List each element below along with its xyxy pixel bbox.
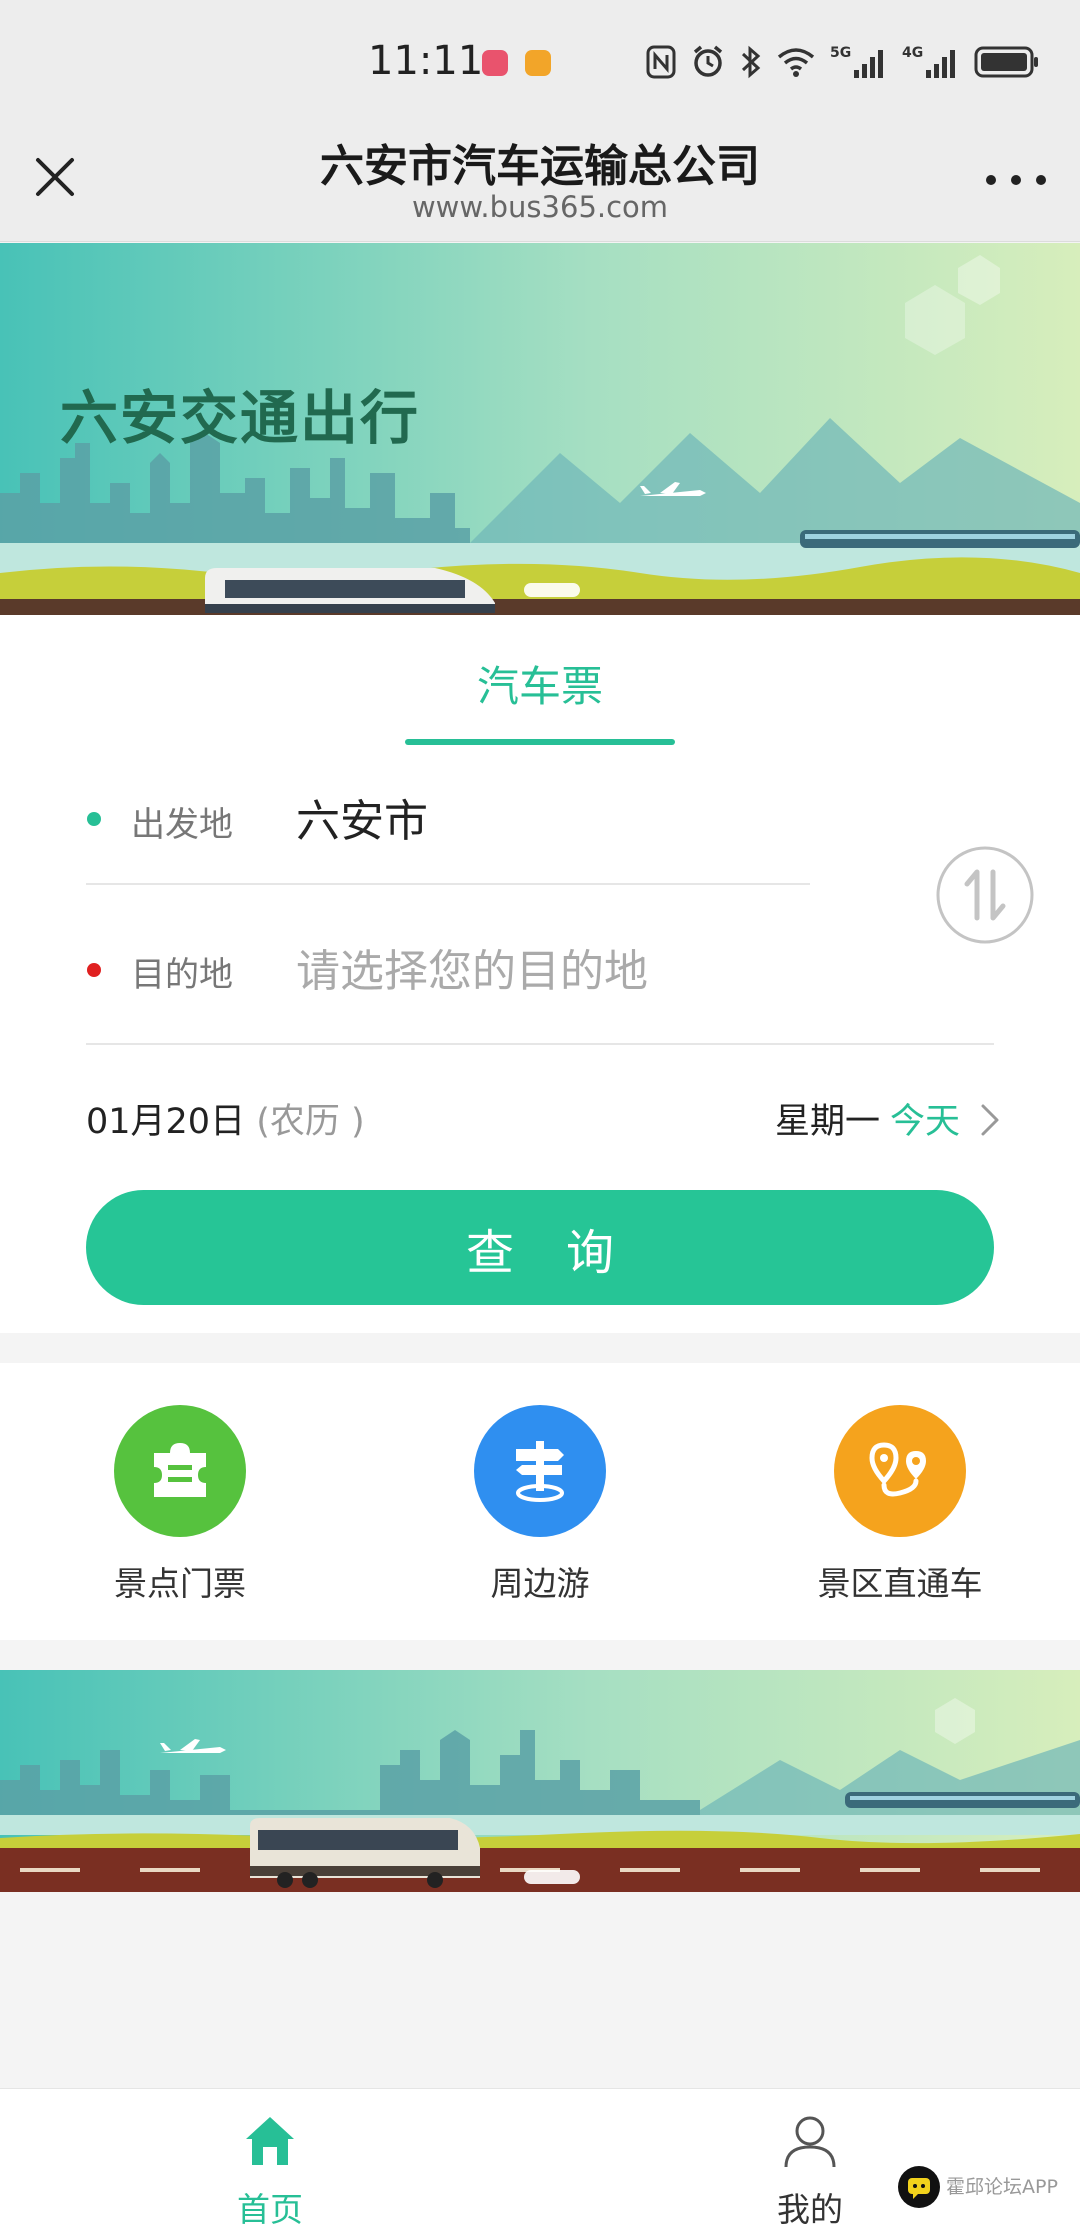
tab-underline [405, 739, 675, 745]
services-card: 景点门票 周边游 景区直通车 [0, 1363, 1080, 1640]
bottom-banner[interactable] [0, 1670, 1080, 1892]
watermark-logo-icon [898, 2166, 940, 2208]
departure-field[interactable]: 六安市 [296, 785, 428, 849]
nav-mine-label: 我的 [777, 2190, 843, 2228]
banner-title: 六安交通出行 [60, 384, 421, 452]
wifi-icon [776, 46, 816, 78]
destination-dot [87, 963, 101, 977]
top-banner[interactable]: 六安交通出行 [0, 243, 1080, 615]
notification-app-icon [482, 50, 508, 76]
service-label: 景区直通车 [817, 1564, 983, 1603]
departure-dot [87, 812, 101, 826]
nav-home[interactable]: 首页 [170, 2111, 370, 2228]
nav-mine[interactable]: 我的 [710, 2111, 910, 2228]
swap-icon [936, 846, 1034, 944]
date-selector[interactable]: 01月20日 (农历 ) [86, 1093, 365, 1144]
swap-button[interactable] [935, 845, 1035, 945]
service-label: 景点门票 [114, 1564, 246, 1603]
query-button[interactable]: 查询 [86, 1190, 994, 1305]
destination-field[interactable]: 请选择您的目的地 [296, 935, 648, 999]
signal-4g-icon: 4G [902, 44, 960, 80]
status-time: 11:11 [368, 38, 484, 84]
more-dot-icon [1011, 175, 1021, 185]
signal-5g-icon: 5G [830, 44, 888, 80]
svg-text:5G: 5G [830, 45, 851, 61]
notification-app-icon-2 [525, 50, 551, 76]
alarm-icon [690, 44, 726, 80]
svg-text:4G: 4G [902, 45, 923, 61]
weekday-text: 星期一 [774, 1102, 880, 1142]
banner-indicator [524, 583, 580, 597]
nfc-icon [646, 45, 676, 79]
watermark: 霍邱论坛APP [898, 2166, 1058, 2208]
nav-home-label: 首页 [237, 2190, 303, 2228]
banner-indicator [524, 1870, 580, 1884]
battery-icon [974, 45, 1040, 79]
lunar-date: (农历 ) [256, 1102, 365, 1142]
tab-bus-ticket[interactable]: 汽车票 [0, 653, 1080, 714]
home-icon [246, 2117, 294, 2165]
divider [86, 883, 810, 885]
status-bar: 11:11 5G 4G [0, 0, 1080, 110]
page-url: www.bus365.com [411, 190, 669, 224]
service-nearby-tours[interactable]: 周边游 [420, 1405, 660, 1605]
departure-label: 出发地 [131, 805, 233, 845]
service-scenic-shuttle[interactable]: 景区直通车 [780, 1405, 1020, 1605]
route-pin-icon [834, 1405, 966, 1537]
user-icon [784, 2116, 836, 2168]
service-label: 周边游 [490, 1564, 590, 1603]
chevron-right-icon[interactable] [975, 1100, 1003, 1140]
ticket-icon [114, 1405, 246, 1537]
date-value: 01月20日 [86, 1102, 246, 1142]
more-dot-icon [1036, 175, 1046, 185]
page-title: 六安市汽车运输总公司 [320, 141, 760, 192]
divider [86, 1043, 994, 1045]
service-attraction-tickets[interactable]: 景点门票 [60, 1405, 300, 1605]
more-options-button[interactable] [986, 170, 1046, 190]
banner-illustration [0, 1670, 1080, 1892]
destination-label: 目的地 [131, 955, 233, 995]
more-dot-icon [986, 175, 996, 185]
bluetooth-icon [740, 44, 762, 80]
title-bar: 六安市汽车运输总公司 www.bus365.com [0, 110, 1080, 242]
status-icons: 5G 4G [646, 40, 1040, 84]
watermark-text: 霍邱论坛APP [946, 2176, 1058, 2198]
today-link[interactable]: 今天 [890, 1093, 960, 1144]
ticket-search-card: 汽车票 出发地 六安市 目的地 请选择您的目的地 01月20日 (农历 ) 星期… [0, 615, 1080, 1333]
signpost-icon [474, 1405, 606, 1537]
